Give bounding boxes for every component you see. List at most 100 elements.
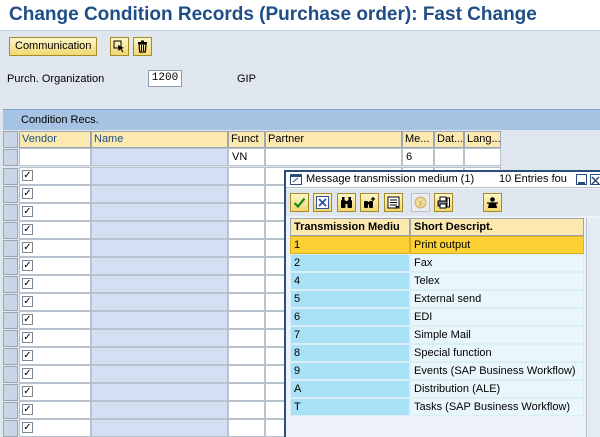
- function-cell[interactable]: VN: [228, 148, 265, 166]
- medium-cell[interactable]: 6: [402, 148, 434, 166]
- communication-button[interactable]: Communication: [9, 37, 98, 56]
- function-cell[interactable]: [228, 401, 265, 419]
- row-selector[interactable]: [3, 348, 18, 365]
- dialog-scrollbar[interactable]: [586, 218, 600, 437]
- function-cell[interactable]: [228, 257, 265, 275]
- row-selector[interactable]: [3, 240, 18, 257]
- row-checkbox[interactable]: ✓: [22, 224, 33, 235]
- transmission-medium-description[interactable]: Events (SAP Business Workflow): [410, 362, 584, 380]
- transmission-medium-description[interactable]: Print output: [410, 236, 584, 254]
- transmission-medium-description[interactable]: Telex: [410, 272, 584, 290]
- dialog-list-item[interactable]: 9 Events (SAP Business Workflow): [290, 362, 584, 380]
- transmission-medium-description[interactable]: Tasks (SAP Business Workflow): [410, 398, 584, 416]
- sort-button[interactable]: [384, 193, 403, 212]
- select-detail-button[interactable]: [110, 37, 129, 56]
- transmission-medium-description[interactable]: Simple Mail: [410, 326, 584, 344]
- row-selector[interactable]: [3, 204, 18, 221]
- row-selector[interactable]: [3, 312, 18, 329]
- transmission-medium-code[interactable]: A: [290, 380, 410, 398]
- column-header-name[interactable]: Name: [91, 131, 228, 148]
- column-header-short-description[interactable]: Short Descript.: [410, 218, 584, 236]
- transmission-medium-code[interactable]: T: [290, 398, 410, 416]
- transmission-medium-code[interactable]: 2: [290, 254, 410, 272]
- function-cell[interactable]: [228, 167, 265, 185]
- function-cell[interactable]: [228, 347, 265, 365]
- transmission-medium-description[interactable]: EDI: [410, 308, 584, 326]
- row-checkbox[interactable]: ✓: [22, 242, 33, 253]
- row-selector[interactable]: [3, 149, 18, 166]
- function-cell[interactable]: [228, 329, 265, 347]
- technical-info-button[interactable]: [483, 193, 502, 212]
- language-cell[interactable]: [464, 148, 501, 166]
- confirm-button[interactable]: [290, 193, 309, 212]
- function-cell[interactable]: [228, 221, 265, 239]
- find-next-button[interactable]: [360, 193, 379, 212]
- function-cell[interactable]: [228, 383, 265, 401]
- row-checkbox[interactable]: ✓: [22, 368, 33, 379]
- column-header-date[interactable]: Dat...: [434, 131, 464, 148]
- function-cell[interactable]: [228, 203, 265, 221]
- column-header-vendor[interactable]: Vendor: [19, 131, 91, 148]
- transmission-medium-code[interactable]: 8: [290, 344, 410, 362]
- transmission-medium-code[interactable]: 7: [290, 326, 410, 344]
- find-button[interactable]: [337, 193, 356, 212]
- transmission-medium-code[interactable]: 1: [290, 236, 410, 254]
- row-selector[interactable]: [3, 276, 18, 293]
- row-selector[interactable]: [3, 258, 18, 275]
- transmission-medium-description[interactable]: Fax: [410, 254, 584, 272]
- partner-cell[interactable]: [265, 148, 402, 166]
- row-checkbox[interactable]: ✓: [22, 188, 33, 199]
- dialog-list-item[interactable]: 1 Print output: [290, 236, 584, 254]
- function-cell[interactable]: [228, 293, 265, 311]
- row-checkbox[interactable]: ✓: [22, 332, 33, 343]
- transmission-medium-code[interactable]: 4: [290, 272, 410, 290]
- delete-button[interactable]: [133, 37, 152, 56]
- purch-org-field[interactable]: 1200: [148, 70, 182, 87]
- function-cell[interactable]: [228, 239, 265, 257]
- close-button[interactable]: [590, 174, 600, 185]
- row-checkbox[interactable]: ✓: [22, 206, 33, 217]
- row-checkbox[interactable]: ✓: [22, 278, 33, 289]
- dialog-list-item[interactable]: 2 Fax: [290, 254, 584, 272]
- row-checkbox[interactable]: ✓: [22, 260, 33, 271]
- date-cell[interactable]: [434, 148, 464, 166]
- dialog-list-item[interactable]: 7 Simple Mail: [290, 326, 584, 344]
- select-all-corner[interactable]: [3, 131, 18, 148]
- row-checkbox[interactable]: ✓: [22, 314, 33, 325]
- function-cell[interactable]: [228, 185, 265, 203]
- row-selector[interactable]: [3, 420, 18, 437]
- row-selector[interactable]: [3, 384, 18, 401]
- function-cell[interactable]: [228, 275, 265, 293]
- print-button[interactable]: [434, 193, 453, 212]
- cancel-button[interactable]: [313, 193, 332, 212]
- row-checkbox[interactable]: ✓: [22, 296, 33, 307]
- vendor-cell[interactable]: [19, 148, 91, 166]
- row-selector[interactable]: [3, 222, 18, 239]
- row-selector[interactable]: [3, 294, 18, 311]
- row-selector[interactable]: [3, 330, 18, 347]
- column-header-function[interactable]: Funct: [228, 131, 265, 148]
- row-selector[interactable]: [3, 366, 18, 383]
- function-cell[interactable]: [228, 419, 265, 437]
- row-selector[interactable]: [3, 186, 18, 203]
- minimize-button[interactable]: [576, 174, 587, 185]
- transmission-medium-description[interactable]: External send: [410, 290, 584, 308]
- row-checkbox[interactable]: ✓: [22, 386, 33, 397]
- transmission-medium-description[interactable]: Special function: [410, 344, 584, 362]
- dialog-list-item[interactable]: T Tasks (SAP Business Workflow): [290, 398, 584, 416]
- row-selector[interactable]: [3, 402, 18, 419]
- row-selector[interactable]: [3, 168, 18, 185]
- dialog-list-item[interactable]: 5 External send: [290, 290, 584, 308]
- function-cell[interactable]: [228, 365, 265, 383]
- transmission-medium-description[interactable]: Distribution (ALE): [410, 380, 584, 398]
- row-checkbox[interactable]: ✓: [22, 170, 33, 181]
- column-header-medium[interactable]: Me...: [402, 131, 434, 148]
- dialog-list-item[interactable]: A Distribution (ALE): [290, 380, 584, 398]
- column-header-language[interactable]: Lang...: [464, 131, 501, 148]
- row-checkbox[interactable]: ✓: [22, 404, 33, 415]
- transmission-medium-code[interactable]: 6: [290, 308, 410, 326]
- row-checkbox[interactable]: ✓: [22, 350, 33, 361]
- dialog-list-item[interactable]: 8 Special function: [290, 344, 584, 362]
- function-cell[interactable]: [228, 311, 265, 329]
- transmission-medium-code[interactable]: 9: [290, 362, 410, 380]
